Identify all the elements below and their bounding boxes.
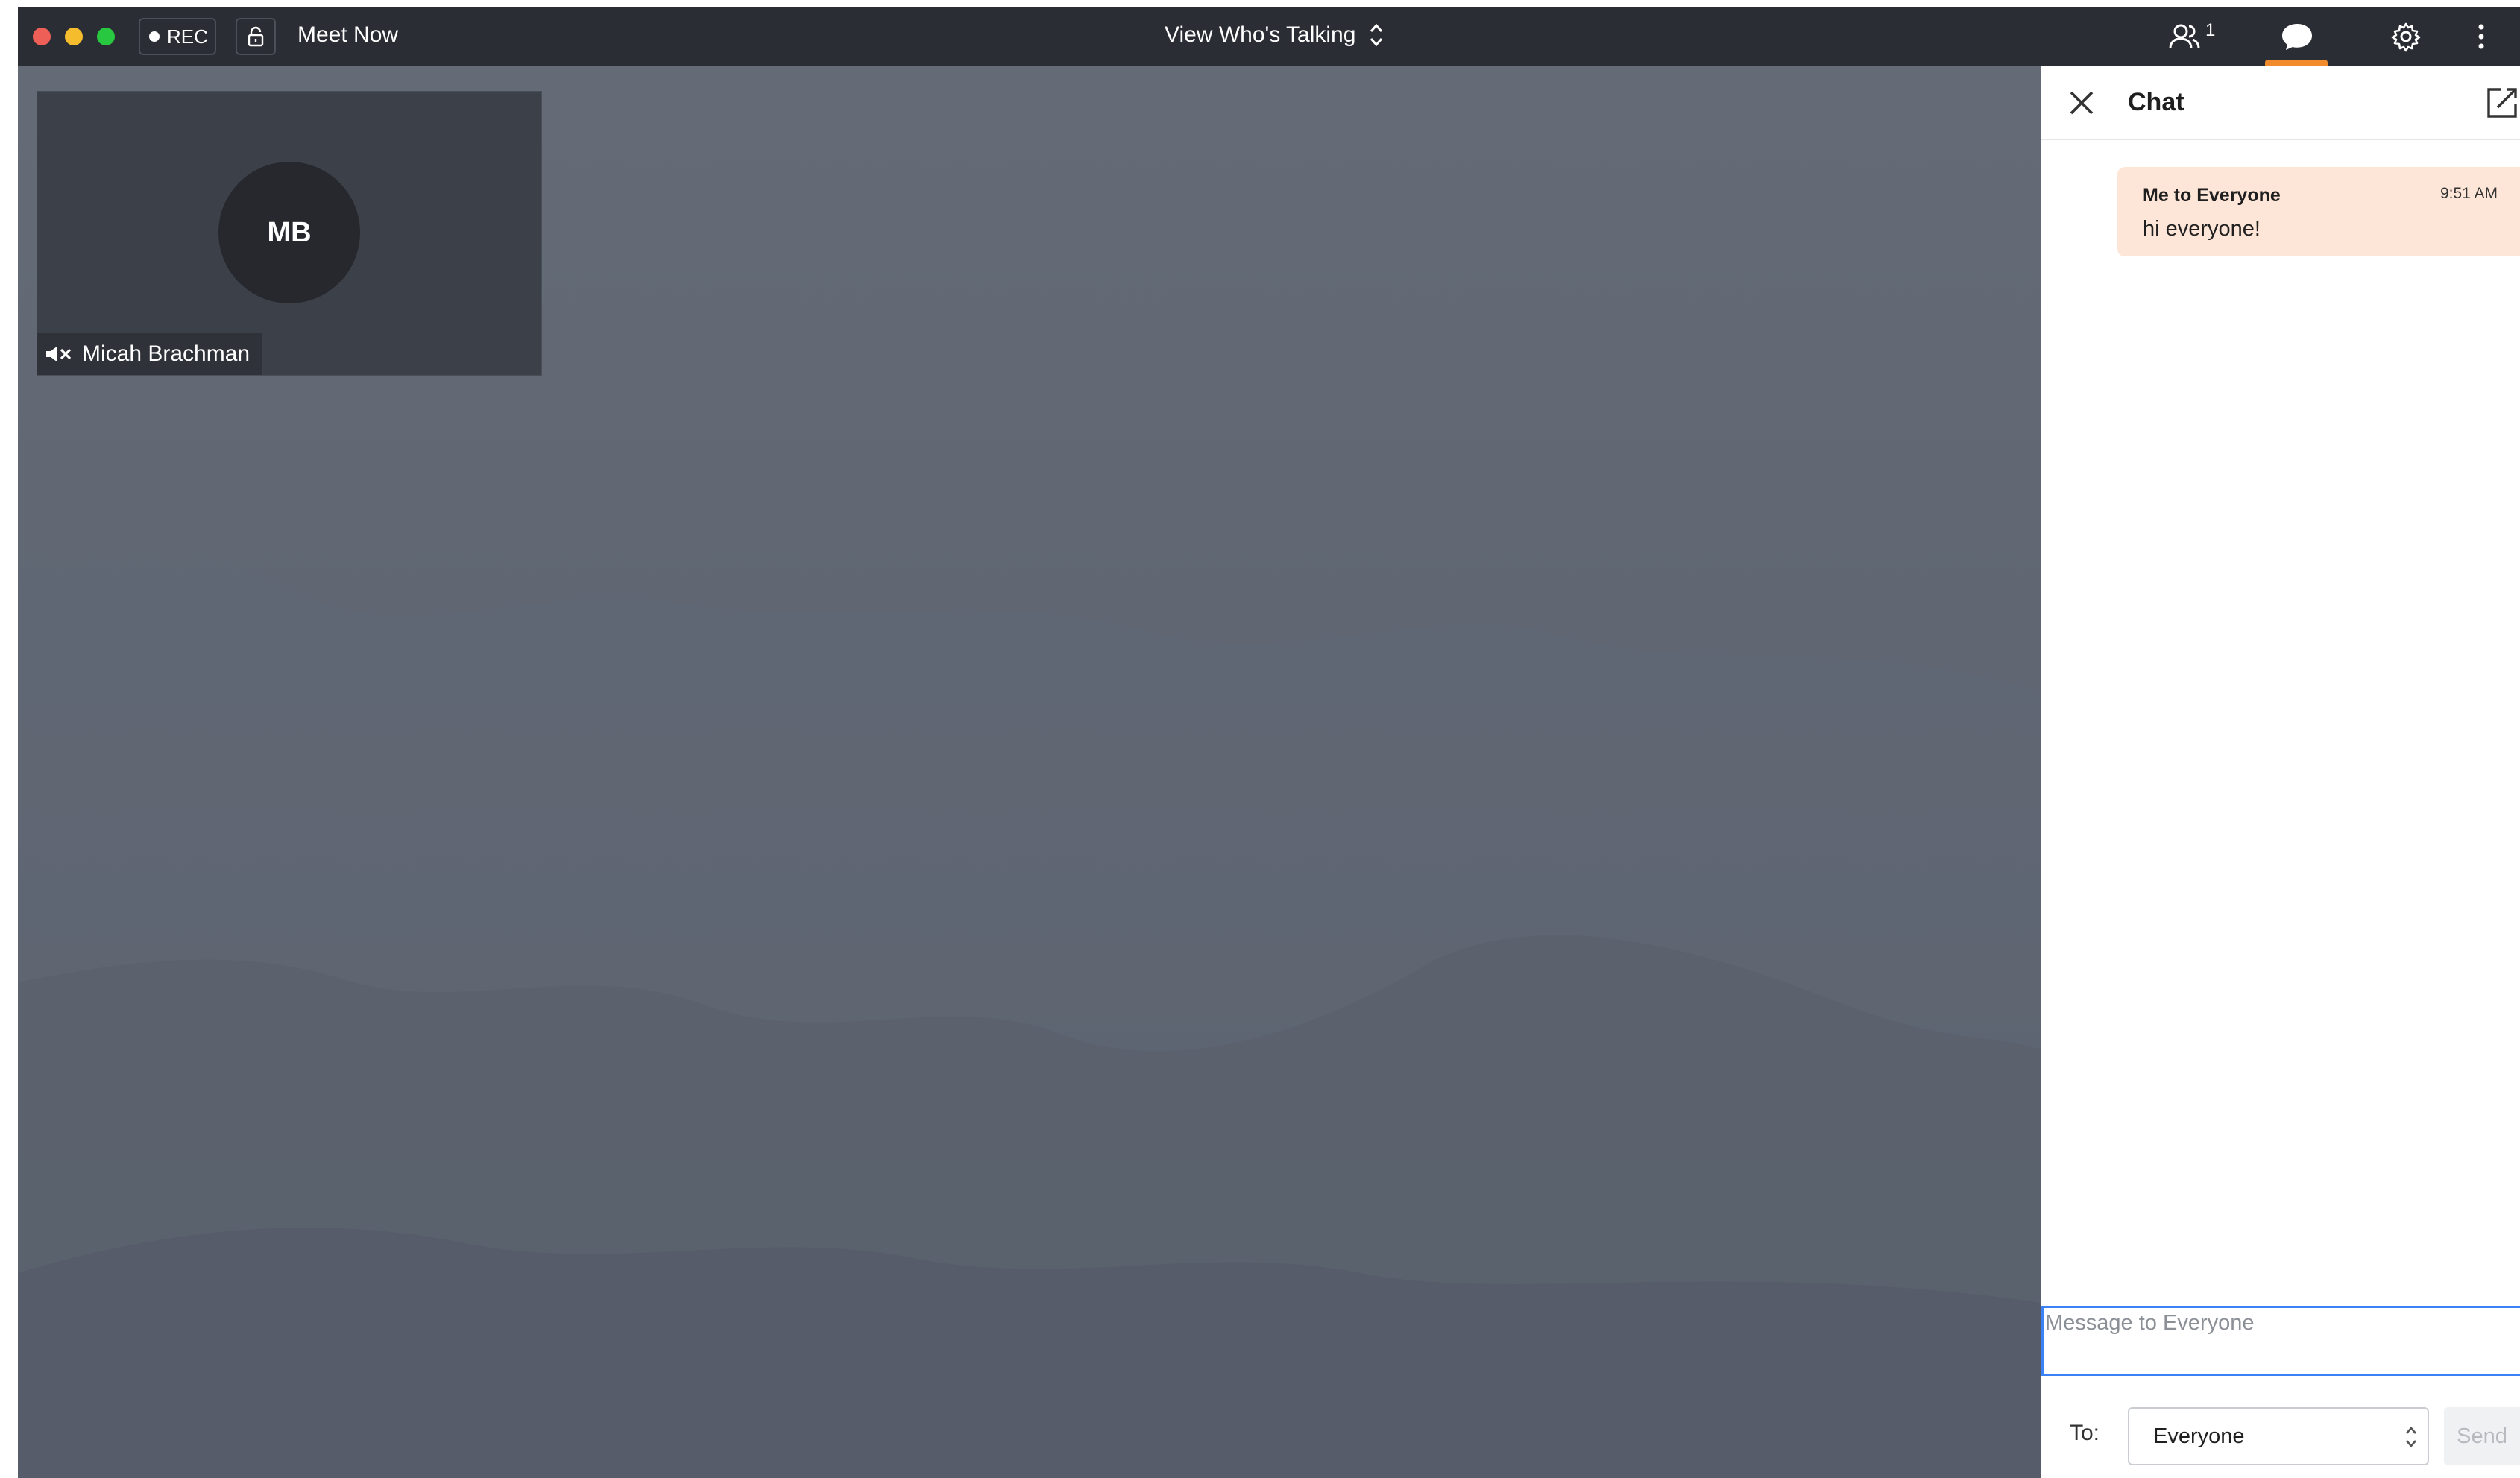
participants-icon <box>2169 24 2200 49</box>
message-text: hi everyone! <box>2143 217 2261 241</box>
chat-title: Chat <box>2128 88 2184 116</box>
more-options-button[interactable] <box>2477 19 2486 54</box>
meeting-window: REC Meet Now View Who's Talking 1 MB Mic… <box>18 7 2520 1478</box>
view-mode-selector[interactable]: View Who's Talking <box>1165 22 1384 48</box>
window-minimize-button[interactable] <box>65 28 83 45</box>
participant-name: Micah Brachman <box>82 341 251 366</box>
chat-bubble-icon <box>2282 24 2312 50</box>
chevron-updown-icon <box>2406 1427 2416 1447</box>
active-tab-indicator <box>2265 60 2328 66</box>
lock-icon <box>248 26 264 47</box>
muted-speaker-icon <box>46 347 72 361</box>
chat-toggle-button[interactable] <box>2280 19 2314 54</box>
video-stage: MB Micah Brachman <box>18 66 2041 1478</box>
rec-label: REC <box>167 25 208 48</box>
message-input[interactable] <box>2041 1306 2520 1376</box>
window-maximize-button[interactable] <box>97 28 115 45</box>
participants-count: 1 <box>2205 20 2216 40</box>
view-mode-label: View Who's Talking <box>1165 22 1356 47</box>
settings-button[interactable] <box>2390 19 2422 54</box>
lock-meeting-button[interactable] <box>236 18 276 55</box>
recipient-value: Everyone <box>2153 1424 2245 1448</box>
chat-panel: Chat Me to Everyone 9:51 AM hi everyone!… <box>2041 66 2520 1478</box>
participant-tile[interactable]: MB Micah Brachman <box>37 91 542 376</box>
avatar: MB <box>218 162 360 303</box>
chat-message: Me to Everyone 9:51 AM hi everyone! <box>2117 167 2520 256</box>
meeting-title: Meet Now <box>297 22 399 47</box>
close-icon[interactable] <box>2067 88 2097 118</box>
recipient-label: To: <box>2070 1421 2100 1445</box>
message-time: 9:51 AM <box>2439 185 2498 202</box>
title-bar: REC Meet Now View Who's Talking 1 <box>18 7 2520 66</box>
popout-icon[interactable] <box>2486 86 2519 119</box>
recipient-select[interactable]: Everyone <box>2128 1407 2429 1465</box>
recording-badge[interactable]: REC <box>139 18 216 55</box>
participant-name-tag: Micah Brachman <box>37 333 262 375</box>
participants-button[interactable]: 1 <box>2168 19 2215 54</box>
more-vertical-icon <box>2478 24 2484 49</box>
chevron-updown-icon <box>1370 23 1383 47</box>
record-dot-icon <box>149 31 160 42</box>
window-close-button[interactable] <box>33 28 51 45</box>
gear-icon <box>2391 22 2421 52</box>
send-button[interactable]: Send <box>2444 1407 2520 1465</box>
chat-header: Chat <box>2041 66 2520 140</box>
